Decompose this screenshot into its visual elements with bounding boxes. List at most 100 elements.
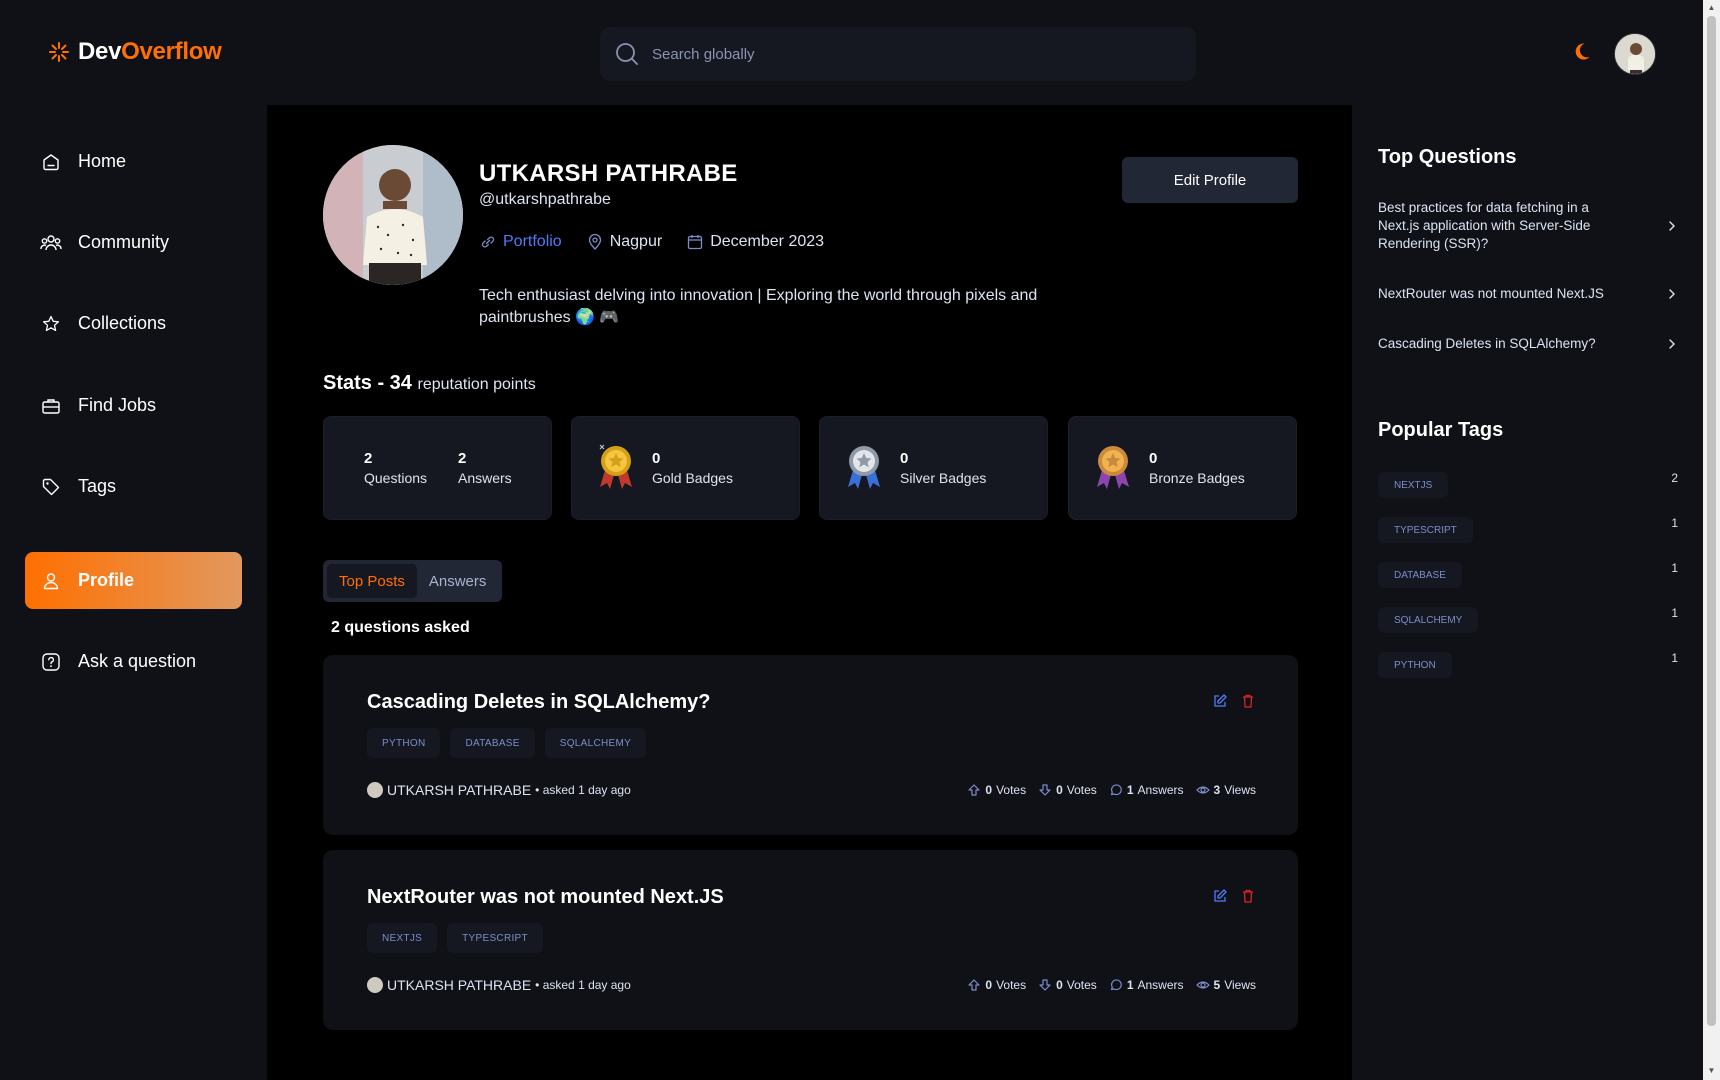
top-questions-title: Top Questions xyxy=(1378,146,1517,168)
popular-tag[interactable]: SQLALCHEMY xyxy=(1378,607,1479,633)
tag-typescript[interactable]: TYPESCRIPT xyxy=(447,923,543,953)
sidebar-label-tags: Tags xyxy=(78,476,117,496)
sidebar-label-community: Community xyxy=(78,232,170,252)
popular-tag[interactable]: NEXTJS xyxy=(1378,472,1449,498)
views-metric: 3 Views xyxy=(1195,783,1256,797)
chevron-right-icon xyxy=(1669,289,1675,299)
upvotes-metric: 0 Votes xyxy=(967,978,1026,992)
popular-tag-count: 1 xyxy=(1671,516,1678,530)
trash-icon[interactable] xyxy=(1240,693,1256,709)
asked-time: • asked 1 day ago xyxy=(535,783,631,797)
stat-card-bronze: 0 Bronze Badges xyxy=(1068,416,1297,520)
sidebar-label-find-jobs: Find Jobs xyxy=(78,395,157,415)
sidebar-label-ask-question: Ask a question xyxy=(78,651,197,671)
message-icon xyxy=(1110,979,1122,991)
question-card[interactable]: Cascading Deletes in SQLAlchemy? PYTHON … xyxy=(323,655,1298,835)
question-title[interactable]: Cascading Deletes in SQLAlchemy? xyxy=(367,691,710,714)
popular-tag-row[interactable]: SQLALCHEMY 1 xyxy=(1378,606,1678,633)
downvotes-metric: 0 Votes xyxy=(1038,978,1097,992)
question-author[interactable]: UTKARSH PATHRABE • asked 1 day ago xyxy=(367,782,631,798)
sidebar-item-tags[interactable]: Tags xyxy=(25,458,242,515)
author-avatar xyxy=(367,782,383,798)
sidebar-item-home[interactable]: Home xyxy=(25,133,242,190)
popular-tag-count: 1 xyxy=(1671,561,1678,575)
popular-tag-row[interactable]: PYTHON 1 xyxy=(1378,651,1678,678)
location-icon xyxy=(588,233,601,250)
popular-tag[interactable]: DATABASE xyxy=(1378,562,1462,588)
top-question-item[interactable]: Best practices for data fetching in a Ne… xyxy=(1378,199,1678,253)
stats-heading: Stats - 34 xyxy=(323,372,412,394)
answers-label: Answers xyxy=(1137,978,1184,992)
navbar: DevOverflow xyxy=(0,0,1703,105)
user-avatar[interactable] xyxy=(1614,33,1656,75)
chevron-right-icon xyxy=(1669,221,1675,231)
answers-metric: 1 Answers xyxy=(1109,783,1184,797)
tag-nextjs[interactable]: NEXTJS xyxy=(367,923,438,953)
views-label: Views xyxy=(1224,978,1256,992)
views-count: 3 xyxy=(1213,783,1221,797)
gold-medal-icon xyxy=(599,444,632,489)
top-question-item[interactable]: Cascading Deletes in SQLAlchemy? xyxy=(1378,335,1678,353)
downvotes-count: 0 xyxy=(1056,978,1063,992)
message-icon xyxy=(1110,784,1122,796)
sidebar-label-profile: Profile xyxy=(78,570,135,590)
popular-tags-title: Popular Tags xyxy=(1378,419,1504,441)
vertical-scrollbar[interactable]: ▲ ▼ xyxy=(1703,0,1720,1080)
sidebar-item-ask-question[interactable]: Ask a question xyxy=(25,633,242,690)
search-input[interactable] xyxy=(652,27,1172,81)
location: Nagpur xyxy=(586,233,662,251)
scroll-thumb[interactable] xyxy=(1707,16,1716,1026)
upvote-icon xyxy=(968,979,980,991)
answers-count: 1 xyxy=(1126,783,1134,797)
question-title[interactable]: NextRouter was not mounted Next.JS xyxy=(367,886,724,909)
popular-tag-row[interactable]: NEXTJS 2 xyxy=(1378,471,1678,498)
portfolio-link[interactable]: Portfolio xyxy=(479,233,562,251)
popular-tag-row[interactable]: TYPESCRIPT 1 xyxy=(1378,516,1678,543)
sidebar-item-collections[interactable]: Collections xyxy=(25,295,242,352)
silver-count: 0 xyxy=(900,450,909,467)
upvotes-count: 0 xyxy=(985,978,993,992)
tab-top-posts[interactable]: Top Posts xyxy=(327,564,417,598)
scroll-up-arrow-icon[interactable]: ▲ xyxy=(1707,3,1716,12)
downvotes-count: 0 xyxy=(1056,783,1063,797)
tab-answers[interactable]: Answers xyxy=(417,564,499,598)
popular-tag-count: 1 xyxy=(1671,651,1678,665)
downvote-icon xyxy=(1039,979,1051,991)
profile-bio: Tech enthusiast delving into innovation … xyxy=(479,287,1038,326)
tag-sqlalchemy[interactable]: SQLALCHEMY xyxy=(544,728,647,758)
question-card[interactable]: NextRouter was not mounted Next.JS NEXTJ… xyxy=(323,850,1298,1030)
star-icon xyxy=(40,313,62,335)
tag-python[interactable]: PYTHON xyxy=(367,728,441,758)
moon-icon[interactable] xyxy=(1572,38,1598,64)
question-author[interactable]: UTKARSH PATHRABE • asked 1 day ago xyxy=(367,977,631,993)
upvotes-count: 0 xyxy=(985,783,993,797)
sidebar-item-community[interactable]: Community xyxy=(25,214,242,271)
question-icon xyxy=(40,651,62,673)
stat-card-gold: 0 Gold Badges xyxy=(571,416,800,520)
edit-profile-button[interactable]: Edit Profile xyxy=(1122,157,1298,203)
popular-tag-row[interactable]: DATABASE 1 xyxy=(1378,561,1678,588)
popular-tag[interactable]: TYPESCRIPT xyxy=(1378,517,1473,543)
search-icon xyxy=(616,43,638,65)
logo[interactable]: DevOverflow xyxy=(46,38,222,66)
bronze-medal-icon xyxy=(1097,446,1129,489)
tag-database[interactable]: DATABASE xyxy=(450,728,535,758)
top-question-item[interactable]: NextRouter was not mounted Next.JS xyxy=(1378,285,1678,303)
sidebar-item-profile[interactable]: Profile xyxy=(25,552,242,609)
scroll-down-arrow-icon[interactable]: ▼ xyxy=(1707,1066,1716,1075)
profile-tabs: Top Posts Answers xyxy=(323,560,503,602)
edit-icon[interactable] xyxy=(1212,693,1228,709)
sidebar-item-find-jobs[interactable]: Find Jobs xyxy=(25,377,242,434)
tag-icon xyxy=(40,476,62,498)
question-metrics: 0 Votes 0 Votes 1 Answers 5 Views xyxy=(967,978,1256,992)
question-footer: UTKARSH PATHRABE • asked 1 day ago 0 Vote… xyxy=(367,782,1256,798)
edit-icon[interactable] xyxy=(1212,888,1228,904)
link-icon xyxy=(481,236,495,248)
question-tags: NEXTJS TYPESCRIPT xyxy=(367,923,543,953)
popular-tag[interactable]: PYTHON xyxy=(1378,652,1452,678)
suitcase-icon xyxy=(40,395,62,417)
brand-part1: Dev xyxy=(78,38,122,65)
stat-card-posts: 2 Questions 2 Answers xyxy=(323,416,552,520)
trash-icon[interactable] xyxy=(1240,888,1256,904)
views-label: Views xyxy=(1224,783,1256,797)
